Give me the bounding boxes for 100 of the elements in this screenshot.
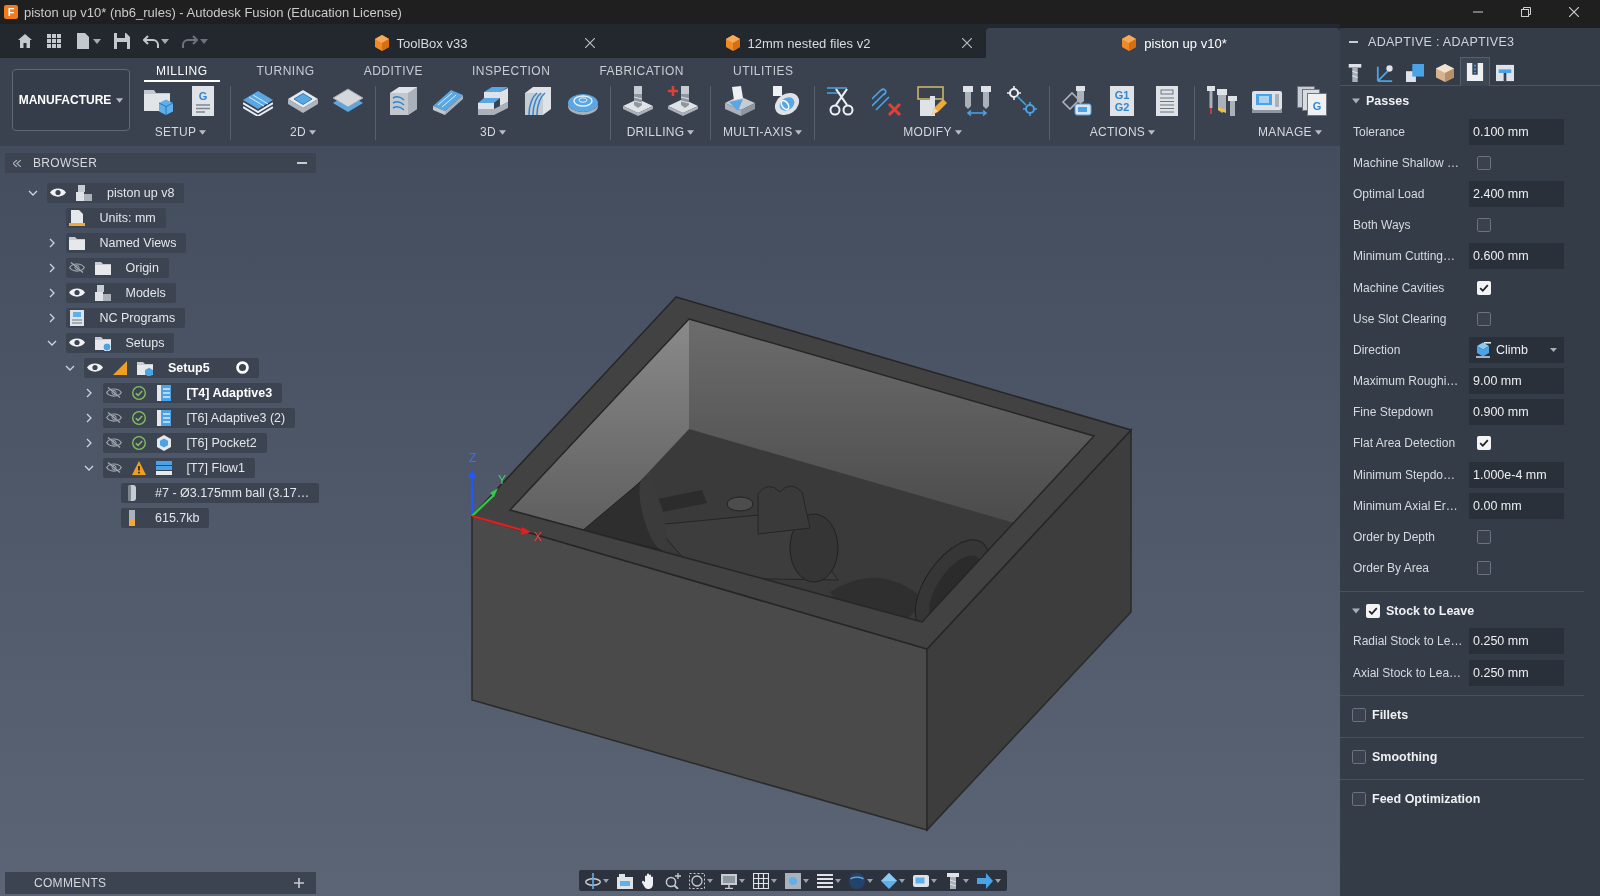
- number-field[interactable]: 0.600 mm: [1469, 243, 1564, 270]
- curved-surface-icon[interactable]: [523, 86, 553, 116]
- tree-item[interactable]: [T6] Pocket2: [102, 432, 267, 453]
- caret-icon[interactable]: [899, 878, 905, 883]
- checkbox[interactable]: [1477, 218, 1491, 233]
- ribbon-tab[interactable]: UTILITIES: [721, 58, 806, 82]
- tree-item[interactable]: #7 - Ø3.175mm ball (3.17…: [121, 482, 320, 503]
- group-menu-button[interactable]: DRILLING: [626, 125, 695, 139]
- eye-icon[interactable]: [68, 287, 85, 298]
- tree-item[interactable]: [T6] Adaptive3 (2): [102, 407, 296, 428]
- group-menu-button[interactable]: MODIFY: [903, 125, 962, 139]
- group-menu-button[interactable]: 3D: [480, 125, 506, 139]
- eye-crossed-icon[interactable]: [105, 462, 122, 473]
- monitor-icon[interactable]: [721, 872, 737, 889]
- close-icon[interactable]: [585, 38, 595, 48]
- double-chevron-icon[interactable]: [13, 159, 21, 167]
- save-icon[interactable]: [114, 33, 130, 49]
- number-field[interactable]: 0.100 mm: [1469, 118, 1564, 145]
- cube-toolpath-icon[interactable]: [388, 86, 418, 116]
- number-field[interactable]: 0.250 mm: [1469, 628, 1564, 655]
- number-field[interactable]: 9.00 mm: [1469, 368, 1564, 395]
- undo-icon[interactable]: [143, 33, 159, 49]
- toolpath-delete-icon[interactable]: [872, 86, 903, 116]
- group-menu-button[interactable]: 2D: [290, 125, 316, 139]
- grid-icon[interactable]: [753, 872, 769, 889]
- end-mill-icon[interactable]: [945, 872, 961, 889]
- dropdown-field[interactable]: Climb: [1469, 336, 1564, 363]
- ribbon-tab[interactable]: MILLING: [144, 58, 220, 82]
- drill-block-icon[interactable]: [623, 86, 653, 116]
- zoom-icon[interactable]: [665, 872, 681, 889]
- checkbox[interactable]: [1477, 155, 1491, 170]
- tree-item[interactable]: Origin: [65, 257, 169, 278]
- eye-crossed-icon[interactable]: [68, 262, 85, 273]
- square-icon[interactable]: [785, 872, 801, 889]
- diamond-icon[interactable]: [881, 872, 897, 889]
- window-icon[interactable]: [617, 872, 633, 889]
- tree-item[interactable]: Setup5: [84, 357, 259, 378]
- workspace-dropdown[interactable]: MANUFACTURE: [12, 69, 130, 131]
- triangle-down-icon[interactable]: [1352, 97, 1360, 105]
- eye-crossed-icon[interactable]: [105, 412, 122, 423]
- tree-item[interactable]: [T4] Adaptive3: [102, 382, 283, 403]
- group-menu-button[interactable]: MULTI-AXIS: [723, 125, 803, 139]
- caret-icon[interactable]: [603, 878, 609, 883]
- group-menu-button[interactable]: ACTIONS: [1089, 125, 1156, 139]
- tree-item[interactable]: piston up v8: [47, 182, 185, 203]
- checkbox[interactable]: [1477, 530, 1491, 545]
- ribbon-tab[interactable]: INSPECTION: [460, 58, 563, 82]
- tree-item[interactable]: Setups: [65, 332, 175, 353]
- eye-icon[interactable]: [68, 337, 85, 348]
- caret-icon[interactable]: [995, 878, 1001, 883]
- document-tab[interactable]: ToolBox v33: [232, 28, 609, 58]
- orbit-icon[interactable]: [585, 872, 601, 889]
- tree-item[interactable]: Named Views: [65, 232, 187, 253]
- caret-icon[interactable]: [707, 878, 713, 883]
- number-field[interactable]: 0.00 mm: [1469, 492, 1564, 519]
- tree-item[interactable]: Models: [65, 282, 176, 303]
- plus-icon[interactable]: [294, 878, 304, 888]
- ribbon-tab[interactable]: FABRICATION: [587, 58, 696, 82]
- checkbox[interactable]: [1477, 311, 1491, 326]
- eye-icon[interactable]: [50, 187, 66, 198]
- linked-nodes-icon[interactable]: [1007, 86, 1038, 116]
- caret-icon[interactable]: [867, 878, 873, 883]
- tilted-tool-icon[interactable]: [725, 86, 756, 116]
- two-tools-icon[interactable]: [962, 86, 993, 116]
- lines-icon[interactable]: [817, 872, 833, 889]
- screen-icon[interactable]: [913, 872, 929, 889]
- cylinder-toolpath-icon[interactable]: [770, 86, 801, 116]
- group-menu-button[interactable]: SETUP: [154, 125, 207, 139]
- restore-icon[interactable]: [1521, 7, 1531, 17]
- eye-crossed-icon[interactable]: [105, 387, 122, 398]
- tree-item[interactable]: 615.7kb: [121, 507, 210, 528]
- caret-icon[interactable]: [963, 878, 969, 883]
- pencil-block-icon[interactable]: [917, 86, 948, 116]
- checkbox[interactable]: [1352, 750, 1366, 765]
- triangle-down-icon[interactable]: [1352, 606, 1360, 615]
- caret-icon[interactable]: [771, 878, 777, 883]
- document-tab[interactable]: piston up v10*: [986, 28, 1340, 58]
- number-field[interactable]: 0.250 mm: [1469, 659, 1564, 686]
- number-field[interactable]: 0.900 mm: [1469, 399, 1564, 426]
- caret-icon[interactable]: [803, 878, 809, 883]
- checkbox[interactable]: [1352, 792, 1366, 807]
- close-icon[interactable]: [1569, 7, 1579, 17]
- eye-icon[interactable]: [87, 362, 103, 373]
- stepped-block-icon[interactable]: [478, 86, 508, 116]
- tree-item[interactable]: NC Programs: [65, 307, 186, 328]
- caret-icon[interactable]: [739, 878, 745, 883]
- number-field[interactable]: 2.400 mm: [1469, 180, 1564, 207]
- home-icon[interactable]: [17, 33, 33, 49]
- tools-icon[interactable]: [1207, 86, 1238, 116]
- close-icon[interactable]: [962, 38, 972, 48]
- tree-item[interactable]: [T7] Flow1: [102, 457, 255, 478]
- caret-icon[interactable]: [161, 38, 169, 44]
- grid-icon[interactable]: [46, 33, 62, 49]
- drill-plus-icon[interactable]: [668, 86, 698, 116]
- ribbon-tab[interactable]: TURNING: [244, 58, 327, 82]
- tool-stock-icon[interactable]: [1062, 86, 1093, 116]
- tree-item[interactable]: Units: mm: [65, 207, 166, 228]
- group-menu-button[interactable]: MANAGE: [1258, 125, 1322, 139]
- panel-tab[interactable]: [1460, 57, 1490, 86]
- document-tab[interactable]: 12mm nested files v2: [609, 28, 986, 58]
